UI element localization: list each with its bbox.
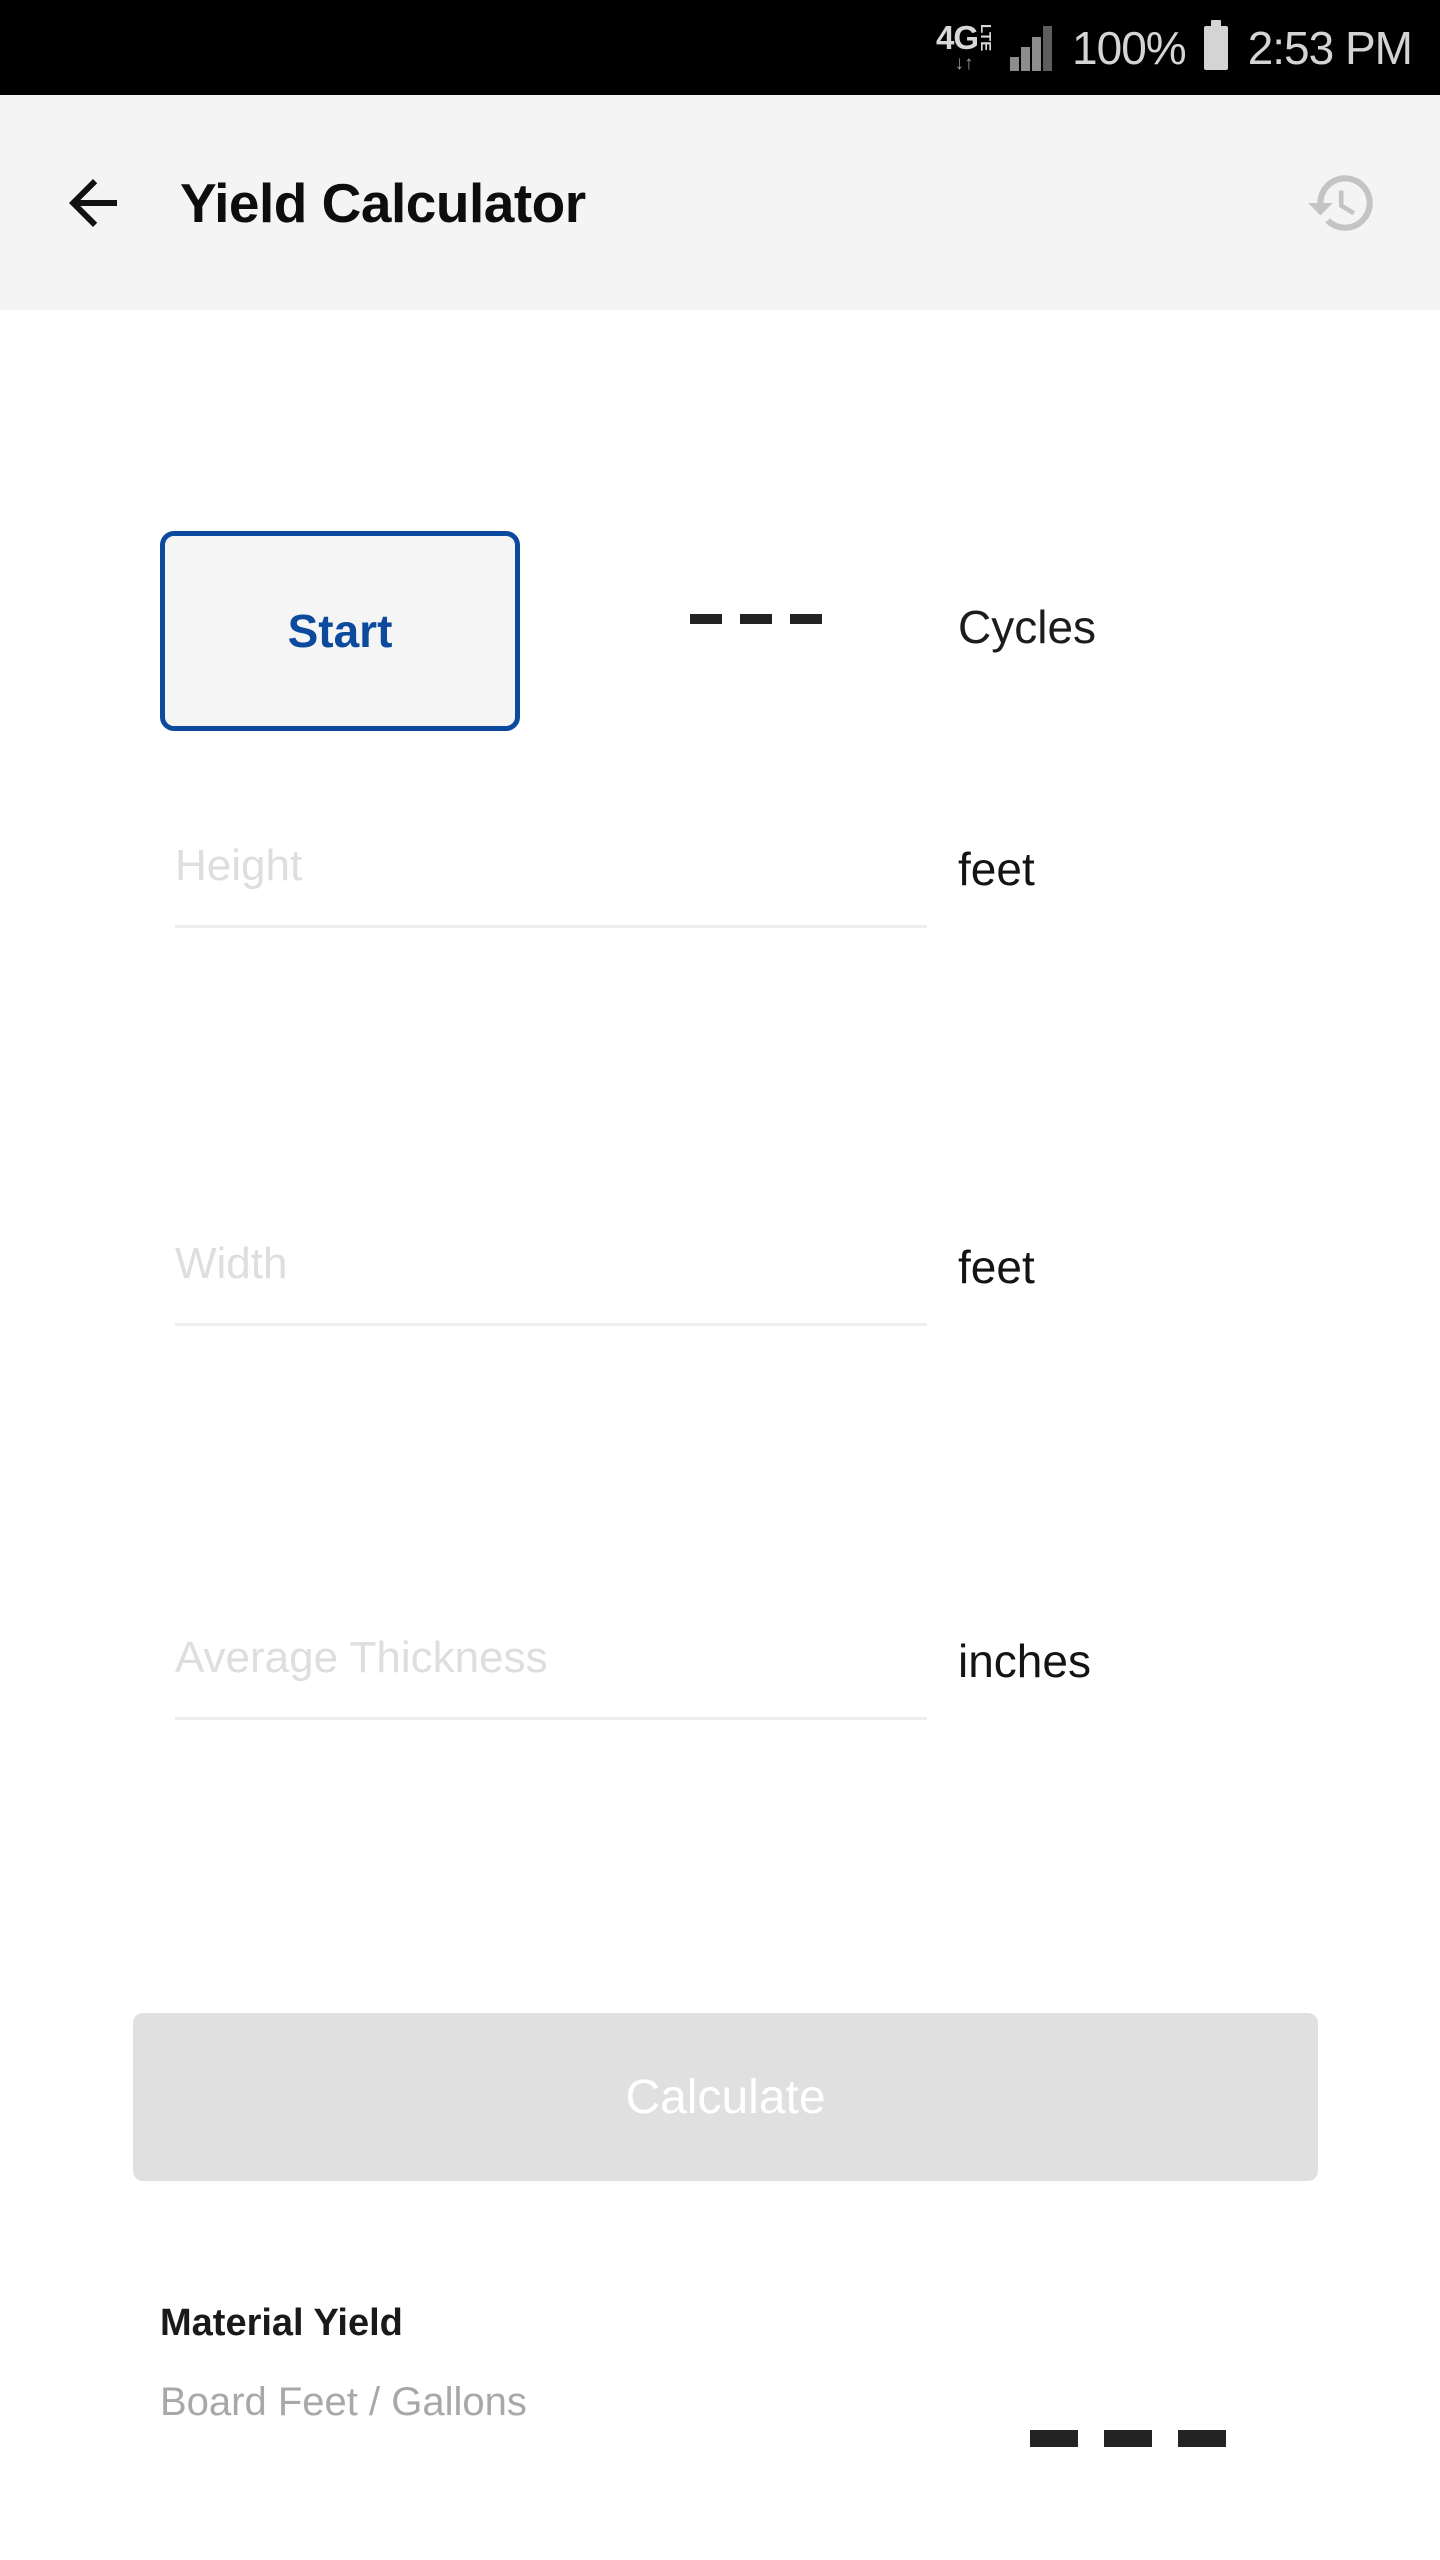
battery-full-icon — [1203, 19, 1228, 70]
page-title: Yield Calculator — [180, 171, 586, 234]
width-field-row: feet — [0, 1218, 1440, 1338]
main-content: Start Cycles feet feet inches Calculate … — [0, 310, 1440, 2560]
material-yield-title: Material Yield — [160, 2302, 403, 2344]
average-thickness-input[interactable] — [175, 1612, 927, 1720]
app-screen: 4G LTE ↓↑ 100% 2:53 PM Yield Calculator — [0, 0, 1440, 2560]
arrow-left-icon — [69, 178, 117, 227]
network-type-label: 4G — [936, 18, 979, 56]
status-bar: 4G LTE ↓↑ 100% 2:53 PM — [0, 0, 1440, 95]
calculate-button[interactable]: Calculate — [133, 2013, 1318, 2181]
signal-bars-icon — [1010, 25, 1053, 71]
average-thickness-unit-label: inches — [958, 1635, 1091, 1687]
height-input[interactable] — [175, 820, 927, 928]
height-field-row: feet — [0, 820, 1440, 940]
material-yield-subtitle: Board Feet / Gallons — [160, 2380, 527, 2424]
app-bar: Yield Calculator — [0, 95, 1440, 310]
history-icon — [1308, 174, 1373, 231]
width-unit-label: feet — [958, 1241, 1035, 1293]
battery-percent-label: 100% — [1072, 21, 1187, 74]
back-button[interactable] — [38, 148, 148, 258]
history-button[interactable] — [1296, 157, 1388, 249]
network-type-indicator: 4G LTE ↓↑ — [936, 18, 995, 74]
start-row: Start Cycles — [0, 520, 1440, 731]
material-yield-value — [1030, 2430, 1226, 2447]
height-unit-label: feet — [958, 843, 1035, 895]
status-bar-clock: 2:53 PM — [1247, 21, 1413, 74]
average-thickness-field-row: inches — [0, 1612, 1440, 1732]
cycles-value — [690, 614, 822, 624]
status-bar-icons: 4G LTE ↓↑ 100% 2:53 PM — [936, 18, 1413, 75]
start-button[interactable]: Start — [160, 531, 520, 731]
start-button-label: Start — [287, 605, 393, 657]
cycles-label: Cycles — [958, 601, 1097, 653]
width-input[interactable] — [175, 1218, 927, 1326]
data-transfer-arrows-icon: ↓↑ — [954, 52, 974, 74]
network-suffix-label: LTE — [977, 23, 995, 51]
